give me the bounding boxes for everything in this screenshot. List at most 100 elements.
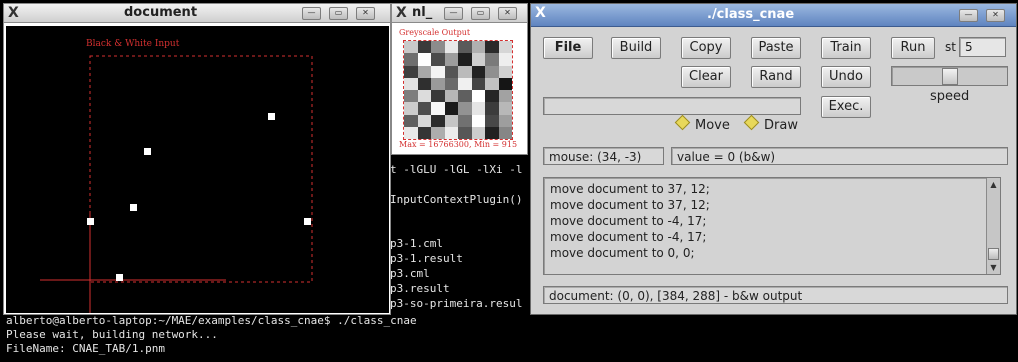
- run-button[interactable]: Run: [891, 37, 935, 59]
- close-button[interactable]: ✕: [498, 7, 517, 20]
- close-button[interactable]: ✕: [356, 7, 375, 20]
- output-grid-cell: [485, 90, 499, 103]
- maximize-button[interactable]: ▭: [329, 7, 348, 20]
- train-button[interactable]: Train: [821, 37, 871, 59]
- document-canvas[interactable]: Black & White Input: [6, 26, 389, 313]
- maximize-button[interactable]: ▭: [471, 7, 490, 20]
- output-bottom-label: Max = 16766300, Min = 915: [399, 140, 518, 149]
- output-grid-cell: [431, 102, 445, 115]
- output-grid-cell: [431, 77, 445, 90]
- output-grid-cell: [498, 53, 512, 66]
- selection-box: [89, 55, 313, 283]
- output-top-label: Greyscale Output: [399, 28, 471, 37]
- selection-overlay: [40, 55, 313, 313]
- log-scrollbar[interactable]: ▲ ▼: [986, 178, 1000, 274]
- output-grid-cell: [444, 114, 458, 127]
- output-grid-cell: [485, 77, 499, 90]
- terminal-line: t -lGLU -lGL -lXi -l: [390, 163, 523, 176]
- undo-button[interactable]: Undo: [821, 66, 871, 88]
- output-grid-cell: [498, 41, 512, 54]
- output-grid-cell: [444, 53, 458, 66]
- output-grid-cell: [444, 126, 458, 139]
- speed-slider-thumb[interactable]: [941, 68, 958, 85]
- output-grid-cell: [404, 53, 418, 66]
- class-cnae-title: ./class_cnae: [707, 7, 795, 22]
- file-button[interactable]: File: [543, 37, 593, 59]
- log-line: move document to 0, 0;: [550, 246, 695, 260]
- output-grid-cell: [458, 41, 472, 54]
- output-grid-cell: [404, 77, 418, 90]
- output-grid-cell: [404, 126, 418, 139]
- input-pixel: [144, 148, 151, 155]
- input-pixel: [268, 113, 275, 120]
- scroll-up-arrow-icon[interactable]: ▲: [988, 179, 999, 190]
- terminal-line: alberto@alberto-laptop:~/MAE/examples/cl…: [6, 314, 417, 327]
- minimize-button[interactable]: —: [959, 9, 978, 22]
- clear-button[interactable]: Clear: [681, 66, 731, 88]
- document-titlebar[interactable]: X document — ▭ ✕: [4, 4, 390, 23]
- output-grid-cell: [498, 90, 512, 103]
- output-grid-cell: [431, 114, 445, 127]
- output-grid-cell: [471, 53, 485, 66]
- output-grid-cell: [471, 102, 485, 115]
- output-grid-cell: [417, 126, 431, 139]
- output-grid-cell: [485, 53, 499, 66]
- paste-button[interactable]: Paste: [751, 37, 801, 59]
- terminal-line: Please wait, building network...: [6, 328, 218, 341]
- scroll-down-arrow-icon[interactable]: ▼: [988, 262, 999, 273]
- class-cnae-window: X ./class_cnae — ✕ File Build Copy Paste…: [530, 3, 1017, 315]
- output-grid-cell: [458, 102, 472, 115]
- output-grid-cell: [431, 41, 445, 54]
- x-logo-icon: X: [535, 5, 546, 21]
- output-grid-cell: [404, 41, 418, 54]
- input-pixel: [87, 218, 94, 225]
- output-grid-cell: [404, 102, 418, 115]
- close-button[interactable]: ✕: [986, 9, 1005, 22]
- class-cnae-titlebar[interactable]: X ./class_cnae — ✕: [531, 4, 1016, 27]
- x-logo-icon: X: [8, 5, 19, 21]
- log-line: move document to -4, 17;: [550, 214, 707, 228]
- command-log[interactable]: move document to 37, 12; move document t…: [543, 177, 1001, 275]
- terminal-line: FileName: CNAE_TAB/1.pnm: [6, 342, 165, 355]
- command-input[interactable]: [543, 97, 801, 115]
- output-grid-cell: [485, 65, 499, 78]
- output-grid-cell: [444, 65, 458, 78]
- output-grid-cell: [485, 114, 499, 127]
- exec-button[interactable]: Exec.: [821, 96, 871, 118]
- st-input[interactable]: 5: [959, 37, 1006, 57]
- output-grid-cell: [471, 126, 485, 139]
- terminal-line: InputContextPlugin(): [390, 193, 523, 206]
- scroll-thumb[interactable]: [988, 248, 999, 260]
- rand-button[interactable]: Rand: [751, 66, 801, 88]
- terminal-line: p3-so-primeira.resul: [390, 297, 523, 310]
- output-grid-cell: [485, 126, 499, 139]
- log-line: move document to 37, 12;: [550, 182, 710, 196]
- output-grid-cell: [498, 102, 512, 115]
- draw-radio[interactable]: Draw: [743, 114, 798, 133]
- minimize-button[interactable]: —: [444, 7, 463, 20]
- build-button[interactable]: Build: [611, 37, 661, 59]
- output-grid-cell: [458, 114, 472, 127]
- log-line: move document to 37, 12;: [550, 198, 710, 212]
- greyscale-output-canvas[interactable]: Greyscale Output Max = 16766300, Min = 9…: [394, 26, 524, 153]
- minimize-button[interactable]: —: [302, 7, 321, 20]
- nl-titlebar[interactable]: X nl_ — ▭ ✕: [392, 4, 527, 23]
- output-grid-cell: [458, 77, 472, 90]
- terminal-line: p3.result: [390, 282, 450, 295]
- output-grid-cell: [431, 65, 445, 78]
- copy-button[interactable]: Copy: [681, 37, 731, 59]
- output-grid-cell: [458, 90, 472, 103]
- output-grid-cell: [471, 114, 485, 127]
- input-pixel: [130, 204, 137, 211]
- output-grid-cell: [431, 90, 445, 103]
- output-grid-cell: [417, 114, 431, 127]
- output-grid-cell: [471, 90, 485, 103]
- output-grid-cell: [431, 53, 445, 66]
- speed-label: speed: [930, 89, 970, 104]
- output-grid-cell: [417, 102, 431, 115]
- move-radio[interactable]: Move: [674, 114, 730, 133]
- nl-title: nl_: [412, 5, 433, 20]
- output-grid-cell: [498, 65, 512, 78]
- speed-slider[interactable]: [891, 66, 1008, 86]
- output-grid-cell: [471, 77, 485, 90]
